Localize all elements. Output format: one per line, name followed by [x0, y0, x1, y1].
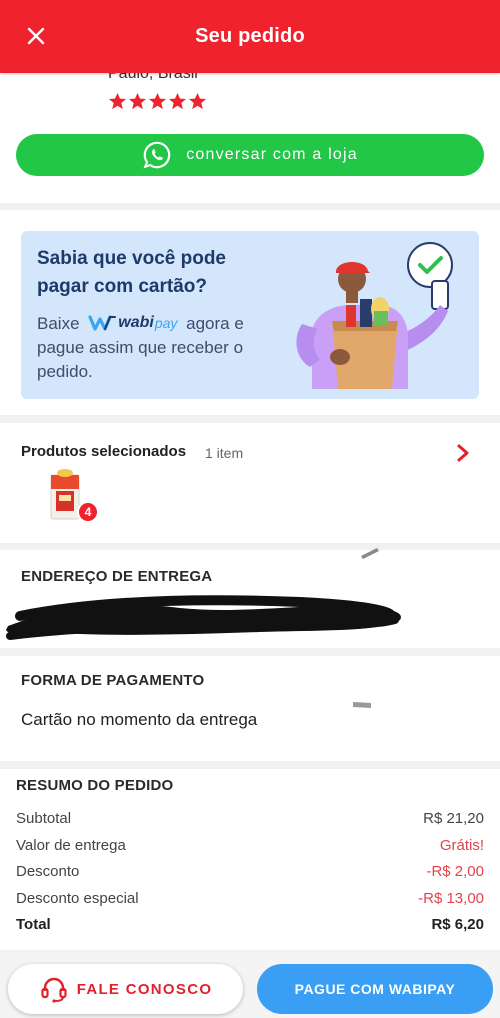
page-title: Seu pedido [195, 25, 305, 47]
selected-products-count: 1 item [205, 445, 244, 461]
contact-us-label: FALE CONOSCO [76, 980, 213, 998]
star-icon [108, 92, 127, 110]
whatsapp-icon [143, 141, 171, 169]
summary-row-discount: Desconto -R$ 2,00 [16, 863, 484, 880]
promo-body-prefix: Baixe [37, 314, 80, 333]
delivery-person-illustration [296, 242, 453, 389]
promo-headline: Sabia que você pode pagar com cartão? [37, 248, 226, 297]
bottom-action-bar: FALE CONOSCO PAGUE COM WABIPAY [0, 952, 500, 1018]
star-icon [188, 92, 207, 110]
summary-label: Desconto [16, 863, 80, 880]
star-icon [168, 92, 187, 110]
headset-icon [41, 977, 67, 1003]
delivery-address-title: ENDEREÇO DE ENTREGA [21, 568, 213, 585]
summary-label: Subtotal [16, 810, 72, 827]
summary-value: R$ 21,20 [423, 810, 484, 827]
payment-method-section[interactable]: FORMA DE PAGAMENTO Cartão no momento da … [0, 656, 500, 761]
summary-label: Valor de entrega [16, 837, 126, 854]
product-quantity-badge: 4 [77, 501, 99, 523]
edit-icon[interactable] [360, 546, 380, 560]
wabipay-promo-banner[interactable]: Sabia que você pode pagar com cartão? Ba… [21, 231, 479, 399]
chevron-right-icon[interactable] [455, 442, 471, 464]
chat-with-store-label: conversar com a loja [186, 146, 358, 163]
payment-method-value: Cartão no momento da entrega [21, 710, 258, 729]
order-summary-section: RESUMO DO PEDIDO Subtotal R$ 21,20 Valor… [0, 769, 500, 950]
summary-row-special-discount: Desconto especial -R$ 13,00 [16, 890, 484, 907]
delivery-address-section[interactable]: ENDEREÇO DE ENTREGA [0, 548, 500, 648]
selected-products-section[interactable]: Produtos selecionados 1 item 4 [0, 423, 500, 543]
wabipay-logo-pay: pay [154, 315, 178, 331]
pay-with-wabipay-label: PAGUE COM WABIPAY [294, 981, 456, 997]
order-page: Seu pedido Paulo, Brasil conversar com a… [0, 0, 500, 1018]
wabipay-logo-wabi: wabi [118, 314, 154, 331]
selected-products-title: Produtos selecionados [21, 443, 187, 460]
summary-label: Desconto especial [16, 890, 139, 907]
wabipay-logo: wabi pay [88, 311, 177, 335]
edit-icon[interactable] [352, 700, 372, 710]
wabipay-w-icon [88, 315, 117, 331]
summary-value: -R$ 2,00 [426, 863, 484, 880]
top-bar: Seu pedido [0, 0, 500, 73]
summary-row-total: Total R$ 6,20 [16, 916, 484, 933]
summary-value: Grátis! [439, 837, 484, 854]
chat-with-store-button[interactable]: conversar com a loja [16, 134, 484, 176]
summary-row-delivery: Valor de entrega Grátis! [16, 837, 484, 854]
star-icon [148, 92, 167, 110]
promo-section: Sabia que você pode pagar com cartão? Ba… [0, 210, 500, 415]
total-value: R$ 6,20 [431, 916, 484, 933]
summary-value: -R$ 13,00 [418, 890, 484, 907]
order-summary-title: RESUMO DO PEDIDO [16, 777, 174, 794]
redacted-address-scribble [6, 595, 401, 640]
payment-method-title: FORMA DE PAGAMENTO [21, 672, 205, 689]
contact-us-button[interactable]: FALE CONOSCO [8, 964, 243, 1014]
store-section: Paulo, Brasil conversar com a loja [0, 65, 500, 203]
star-icon [128, 92, 147, 110]
promo-body: Baixe wabi pay agora e pague assim que re… [37, 311, 287, 384]
store-rating [108, 92, 207, 111]
pay-with-wabipay-button[interactable]: PAGUE COM WABIPAY [257, 964, 493, 1014]
total-label: Total [16, 916, 51, 933]
summary-row-subtotal: Subtotal R$ 21,20 [16, 810, 484, 827]
close-icon[interactable] [22, 22, 50, 50]
